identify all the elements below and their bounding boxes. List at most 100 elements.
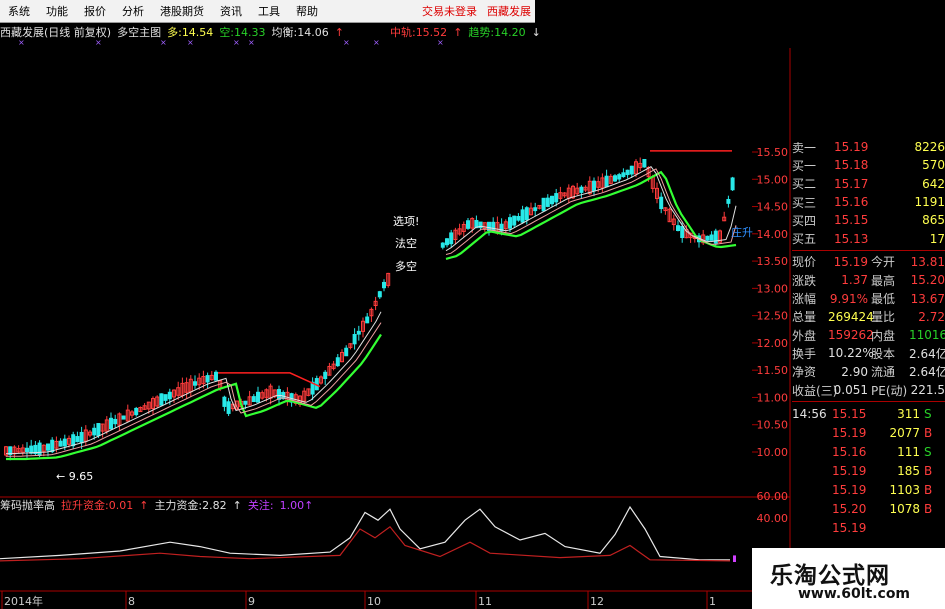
tick-row[interactable]: 15.19 1103 B (792, 480, 945, 499)
stat-value: 0.051 (833, 383, 868, 397)
candle-body (226, 401, 231, 414)
tick-list[interactable]: 14:56 15.15 311 S 15.19 2077 B 15.16 111 S 15.19 18… (792, 404, 945, 537)
menu-analysis[interactable]: 分析 (114, 3, 152, 19)
tick-volume: 2077 (889, 425, 920, 440)
candle-body (50, 439, 55, 453)
candle-body (29, 445, 34, 454)
time-tick-label: 10 (367, 595, 381, 608)
up-arrow-icon: ↑ (453, 25, 463, 39)
duo-value: 14.54 (181, 25, 214, 39)
candle-body (75, 436, 80, 443)
stat-value: 2.72 (918, 309, 945, 324)
candle-body (356, 330, 361, 335)
stat-label: 总量 (792, 310, 817, 325)
la-label: 拉升资金: (61, 499, 109, 512)
tick-price: 15.16 (832, 444, 867, 459)
stat-label: 最高 (871, 273, 896, 288)
menu-bar: 系统 功能 报价 分析 港股期货 资讯 工具 帮助 交易未登录 西藏发展 (0, 0, 535, 23)
candle-body (251, 396, 256, 403)
order-book-row[interactable]: 买五 15.13 17 (792, 229, 945, 247)
candle-body (323, 371, 328, 380)
candle-body (545, 197, 550, 207)
tick-row[interactable]: 15.20 1078 B (792, 499, 945, 518)
menu-function[interactable]: 功能 (38, 3, 76, 19)
order-book: 卖一 15.19 8226 买一 15.18 570 买二 15.17 642 买三 15.16 11… (792, 138, 945, 248)
candle-body (377, 291, 382, 298)
stat-value: 221.5 (910, 383, 945, 397)
indicator-red-line (0, 525, 731, 562)
stat-label: 外盘 (792, 328, 817, 343)
trade-login-status[interactable]: 交易未登录 (422, 3, 477, 19)
order-book-row[interactable]: 买二 15.17 642 (792, 175, 945, 193)
low-price-marker: ← 9.65 (56, 470, 94, 483)
menu-hk-futures[interactable]: 港股期货 (152, 3, 212, 19)
tick-row[interactable]: 15.19 2077 B (792, 423, 945, 442)
tick-price: 15.19 (832, 425, 867, 440)
price-tick-label: 13.00 (757, 282, 789, 295)
menu-news[interactable]: 资讯 (212, 3, 250, 19)
marker-dot: × (18, 38, 25, 47)
price-tick-label: 14.00 (757, 228, 789, 241)
tick-volume: 311 (897, 406, 920, 421)
order-book-row[interactable]: 买一 15.18 570 (792, 156, 945, 174)
order-price: 15.18 (834, 158, 869, 173)
marker-dots: × × × × × × × × × (0, 38, 760, 48)
quote-panel: 卖一 15.19 8226 买一 15.18 570 买二 15.17 642 买三 15.16 11… (792, 138, 945, 537)
tick-side: B (924, 501, 933, 516)
tick-side: S (924, 406, 932, 421)
candle-body (629, 165, 634, 175)
order-book-row[interactable]: 买三 15.16 1191 (792, 193, 945, 211)
candle-body (62, 438, 67, 447)
stat-row: 涨幅 9.91% 最低 13.67 (792, 289, 945, 307)
stat-row: 净资 2.90 流通 2.64亿 (792, 363, 945, 381)
tick-price: 15.19 (832, 482, 867, 497)
candle-body (541, 197, 546, 212)
marker-dot: × (95, 38, 102, 47)
candle-body (621, 172, 626, 178)
indicator-panel-name[interactable]: 筹码抛率高 (0, 497, 55, 513)
price-tick-label: 15.00 (757, 173, 789, 186)
zhonggui-label: 中轨: (389, 26, 416, 39)
candle-body (524, 207, 529, 221)
tick-row[interactable]: 15.19 (792, 518, 945, 537)
tick-row[interactable]: 15.19 185 B (792, 461, 945, 480)
indicator-name[interactable]: 多空主图 (117, 24, 161, 40)
time-tick-label: 1 (709, 595, 716, 608)
menu-system[interactable]: 系统 (0, 3, 38, 19)
candle-body (533, 207, 538, 212)
menu-tools[interactable]: 工具 (250, 3, 288, 19)
candlestick-series (4, 157, 735, 461)
tick-volume: 1078 (889, 501, 920, 516)
stat-label: 内盘 (871, 328, 896, 343)
qushi-value: 14.20 (494, 25, 526, 39)
tick-row[interactable]: 14:56 15.15 311 S (792, 404, 945, 423)
candle-body (613, 175, 617, 182)
stat-label: 净资 (792, 365, 817, 380)
candle-body (466, 220, 470, 229)
candle-body (617, 174, 622, 180)
indicator-tick-label: 60.00 (757, 490, 789, 503)
stock-name-tab[interactable]: 西藏发展 (487, 3, 531, 19)
order-volume: 865 (922, 213, 945, 228)
stat-value: 15.20 (910, 273, 945, 288)
stat-value: 2.64亿 (909, 365, 945, 380)
xuanxiang-label: 选项! (393, 215, 420, 228)
menu-help[interactable]: 帮助 (288, 3, 326, 19)
candle-body (382, 281, 386, 289)
candle-body (550, 195, 554, 205)
stat-row: 现价 15.19 今开 13.81 (792, 253, 945, 271)
menu-quote[interactable]: 报价 (76, 3, 114, 19)
tick-row[interactable]: 15.16 111 S (792, 442, 945, 461)
candle-body (193, 381, 197, 386)
stat-label: 流通 (871, 365, 896, 380)
up-arrow-icon: ↑ (334, 25, 344, 39)
order-book-row[interactable]: 卖一 15.19 8226 (792, 138, 945, 156)
order-price: 15.17 (834, 176, 869, 191)
price-tick-label: 12.50 (757, 310, 789, 323)
order-volume: 17 (929, 231, 945, 246)
order-book-row[interactable]: 买四 15.15 865 (792, 211, 945, 229)
junheng-value: 14.06 (297, 25, 329, 39)
indicator-white-line (0, 505, 730, 561)
kong-label: 空: (219, 26, 235, 39)
candle-body (730, 177, 735, 191)
